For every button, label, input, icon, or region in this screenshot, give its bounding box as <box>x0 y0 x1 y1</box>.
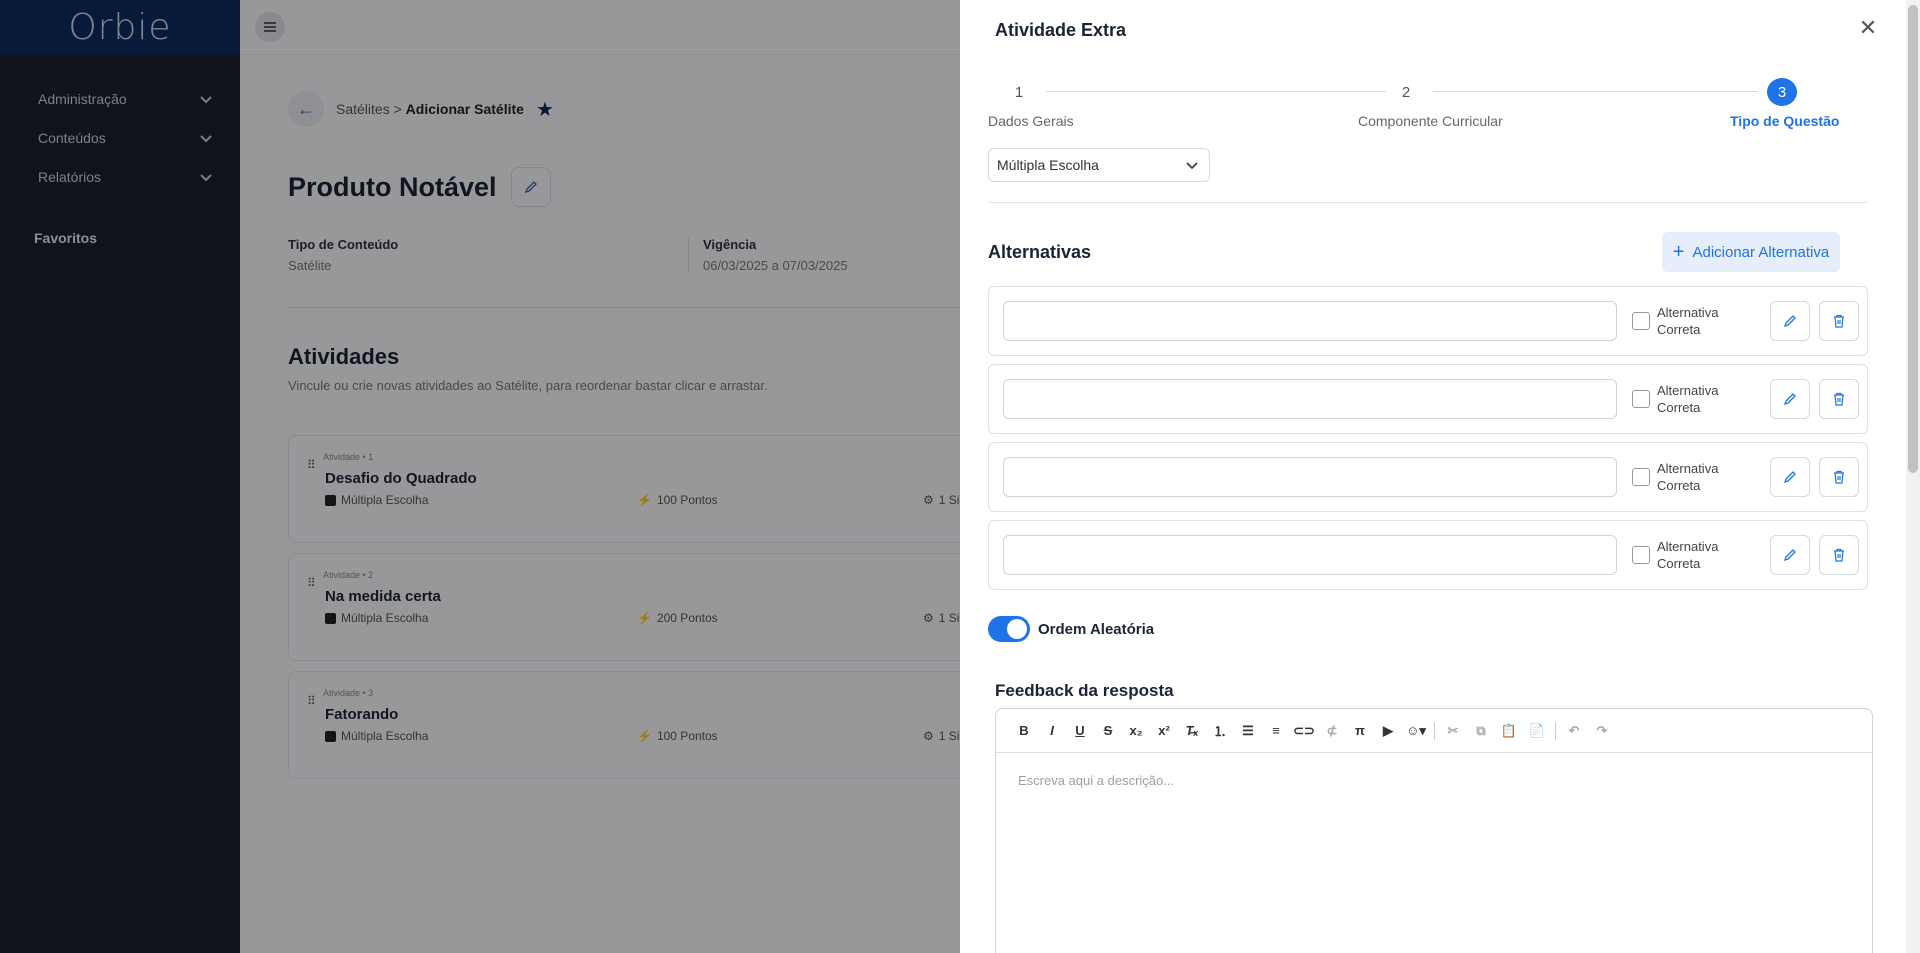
redo-icon[interactable]: ↷ <box>1588 717 1616 745</box>
toolbar-separator <box>1434 721 1435 740</box>
alternative-row: Alternativa Correta <box>988 364 1868 434</box>
step-1-label: Dados Gerais <box>988 113 1074 129</box>
correct-alternative-checkbox[interactable] <box>1632 390 1650 408</box>
chevron-down-icon <box>1186 162 1198 170</box>
trash-icon <box>1834 314 1844 328</box>
cut-icon[interactable]: ✂ <box>1439 717 1467 745</box>
close-button[interactable]: ✕ <box>1856 15 1880 40</box>
pencil-icon <box>1783 549 1796 562</box>
alternative-row: Alternativa Correta <box>988 442 1868 512</box>
alternative-input[interactable] <box>1003 379 1617 419</box>
trash-icon <box>1834 392 1844 406</box>
random-order-row: Ordem Aleatória <box>988 616 1154 642</box>
alternative-input[interactable] <box>1003 535 1617 575</box>
correct-alternative-checkbox[interactable] <box>1632 468 1650 486</box>
question-type-select[interactable]: Múltipla Escolha <box>988 148 1210 182</box>
trash-icon <box>1834 548 1844 562</box>
step-2-label: Componente Curricular <box>1358 113 1503 129</box>
add-alternative-label: Adicionar Alternativa <box>1692 243 1830 261</box>
alternative-input[interactable] <box>1003 457 1617 497</box>
link-icon[interactable]: ⊂⊃ <box>1290 717 1318 745</box>
video-icon[interactable]: ▶ <box>1374 717 1402 745</box>
alternative-row: Alternativa Correta <box>988 520 1868 590</box>
edit-alternative-button[interactable] <box>1770 379 1810 419</box>
align-icon[interactable]: ≡ <box>1262 717 1290 745</box>
feedback-editor-placeholder[interactable]: Escreva aqui a descrição... <box>996 753 1872 808</box>
question-type-value: Múltipla Escolha <box>997 157 1099 173</box>
correct-alternative-checkbox[interactable] <box>1632 546 1650 564</box>
math-formula-icon[interactable]: π <box>1346 717 1374 745</box>
random-order-toggle[interactable] <box>988 616 1030 642</box>
scrollbar-thumb[interactable] <box>1908 5 1918 473</box>
alternatives-title: Alternativas <box>988 242 1092 262</box>
italic-icon[interactable]: I <box>1038 717 1066 745</box>
strikethrough-icon[interactable]: S <box>1094 717 1122 745</box>
correct-alternative-label: Alternativa Correta <box>1657 383 1719 415</box>
paste-text-icon[interactable]: 📄 <box>1523 717 1551 745</box>
alternative-row: Alternativa Correta <box>988 286 1868 356</box>
toolbar-separator <box>1555 721 1556 740</box>
feedback-editor: B I U S x₂ x² T̶ₓ ⒈ ☰ ≡ ⊂⊃ ⊄ π ▶ ☺▾ ✂ ⧉ … <box>995 708 1873 953</box>
step-1-number[interactable]: 1 <box>1004 78 1034 106</box>
edit-alternative-button[interactable] <box>1770 457 1810 497</box>
pencil-icon <box>1783 315 1796 328</box>
alternative-input[interactable] <box>1003 301 1617 341</box>
subscript-icon[interactable]: x₂ <box>1122 717 1150 745</box>
correct-alternative-checkbox[interactable] <box>1632 312 1650 330</box>
plus-icon: + <box>1672 240 1685 263</box>
step-3-number[interactable]: 3 <box>1767 78 1797 106</box>
modal-backdrop[interactable] <box>0 0 960 953</box>
paste-icon[interactable]: 📋 <box>1495 717 1523 745</box>
activity-drawer: Atividade Extra ✕ 1 2 3 Dados Gerais Com… <box>960 0 1920 953</box>
emoji-icon[interactable]: ☺▾ <box>1402 717 1430 745</box>
superscript-icon[interactable]: x² <box>1150 717 1178 745</box>
pencil-icon <box>1783 471 1796 484</box>
underline-icon[interactable]: U <box>1066 717 1094 745</box>
delete-alternative-button[interactable] <box>1819 457 1859 497</box>
add-alternative-button[interactable]: + Adicionar Alternativa <box>1662 232 1840 272</box>
step-2-number[interactable]: 2 <box>1391 78 1421 106</box>
edit-alternative-button[interactable] <box>1770 301 1810 341</box>
step-3-label: Tipo de Questão <box>1730 113 1840 129</box>
copy-icon[interactable]: ⧉ <box>1467 717 1495 745</box>
delete-alternative-button[interactable] <box>1819 535 1859 575</box>
trash-icon <box>1834 470 1844 484</box>
clear-format-icon[interactable]: T̶ₓ <box>1178 717 1206 745</box>
drawer-title: Atividade Extra <box>995 20 1127 40</box>
unlink-icon[interactable]: ⊄ <box>1318 717 1346 745</box>
correct-alternative-label: Alternativa Correta <box>1657 539 1719 571</box>
bold-icon[interactable]: B <box>1010 717 1038 745</box>
random-order-label: Ordem Aleatória <box>1038 620 1155 638</box>
undo-icon[interactable]: ↶ <box>1560 717 1588 745</box>
correct-alternative-label: Alternativa Correta <box>1657 305 1719 337</box>
delete-alternative-button[interactable] <box>1819 379 1859 419</box>
delete-alternative-button[interactable] <box>1819 301 1859 341</box>
unordered-list-icon[interactable]: ☰ <box>1234 717 1262 745</box>
pencil-icon <box>1783 393 1796 406</box>
correct-alternative-label: Alternativa Correta <box>1657 461 1719 493</box>
editor-toolbar: B I U S x₂ x² T̶ₓ ⒈ ☰ ≡ ⊂⊃ ⊄ π ▶ ☺▾ ✂ ⧉ … <box>996 709 1872 753</box>
feedback-title: Feedback da resposta <box>995 681 1174 700</box>
step-connector <box>1433 91 1758 92</box>
edit-alternative-button[interactable] <box>1770 535 1810 575</box>
drawer-scrollbar[interactable] <box>1906 0 1920 953</box>
divider <box>988 202 1868 203</box>
ordered-list-icon[interactable]: ⒈ <box>1206 717 1234 745</box>
step-connector <box>1046 91 1386 92</box>
close-icon: ✕ <box>1858 15 1878 40</box>
stepper: 1 2 3 Dados Gerais Componente Curricular… <box>988 78 1868 138</box>
